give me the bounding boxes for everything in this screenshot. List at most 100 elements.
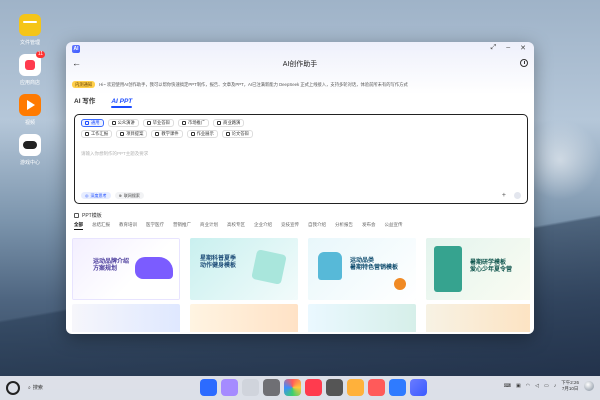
window-titlebar[interactable]: AI ⤢ – ✕	[66, 42, 534, 56]
deep-think-toggle[interactable]: ◎ 深度思考	[81, 192, 111, 199]
input-method-icon[interactable]: ⌨	[504, 383, 511, 389]
video-play-icon	[19, 94, 41, 116]
minimize-icon[interactable]: –	[506, 44, 510, 52]
pill-label: 深度思考	[90, 192, 107, 198]
chip-work-report[interactable]: 工作汇报	[81, 130, 113, 138]
category-item[interactable]: 竞技宣传	[281, 222, 299, 228]
clock[interactable]: 下午2:26 7月10日	[561, 380, 579, 392]
template-card[interactable]	[72, 304, 180, 332]
chip-marketing[interactable]: 市场推广	[177, 119, 210, 127]
desktop-icon-label: 文件管理	[19, 40, 40, 46]
template-card[interactable]	[426, 304, 530, 332]
illustration-icon	[434, 246, 462, 292]
shoe-image-icon	[135, 257, 173, 279]
template-card[interactable]: 暑期研学模板 爱心少年夏令营	[426, 238, 530, 300]
chip-label: 商业路演	[223, 120, 241, 125]
tab-ai-ppt[interactable]: AI PPT	[111, 98, 132, 108]
history-clock-icon[interactable]	[520, 59, 528, 67]
scenario-chips: 通用 公众演讲 毕业答辩 市场推广 商业路演 工作汇报 项目提案 教学课件 作业…	[81, 119, 261, 138]
category-item[interactable]: 自我介绍	[308, 222, 326, 228]
folder-icon	[19, 14, 41, 36]
category-item[interactable]: 分析报告	[335, 222, 353, 228]
template-card[interactable]: 运动品类 暑期特色营销模板	[308, 238, 416, 300]
category-item[interactable]: 企业介绍	[254, 222, 272, 228]
chip-icon	[111, 121, 116, 125]
template-card[interactable]	[308, 304, 416, 332]
box-image-icon	[251, 249, 287, 285]
ai-assistant-dock-icon[interactable]	[410, 379, 427, 396]
avatar[interactable]	[584, 381, 594, 391]
chip-icon	[155, 132, 160, 136]
chip-icon	[217, 121, 222, 125]
prompt-input[interactable]: 请输入你想制作的PPT主题及要求	[81, 151, 148, 157]
start-button[interactable]	[6, 381, 20, 395]
category-item[interactable]: 总结汇报	[92, 222, 110, 228]
category-item[interactable]: 营销推广	[173, 222, 191, 228]
wifi-icon[interactable]: ◠	[526, 383, 530, 389]
prompt-options: ◎ 深度思考 ⊕ 联网搜索	[81, 192, 144, 199]
ai-app-logo-icon: AI	[72, 45, 80, 53]
notification-bell-icon[interactable]: ♪	[554, 383, 557, 389]
category-item[interactable]: 高校专区	[227, 222, 245, 228]
tray-icon[interactable]: ▣	[516, 383, 521, 389]
send-button[interactable]	[514, 192, 521, 199]
ball-icon	[394, 278, 406, 290]
chip-icon	[181, 121, 186, 125]
prompt-panel: 通用 公众演讲 毕业答辩 市场推广 商业路演 工作汇报 项目提案 教学课件 作业…	[74, 114, 528, 204]
category-item[interactable]: 发布会	[362, 222, 376, 228]
template-title: 运动品类 暑期特色营销模板	[350, 258, 399, 271]
mode-tabs: AI 写作 AI PPT	[74, 95, 132, 108]
close-icon[interactable]: ✕	[520, 44, 526, 52]
search-icon: ⌕	[28, 384, 31, 391]
chip-icon	[146, 121, 151, 125]
window-controls: ⤢ – ✕	[491, 44, 526, 52]
category-item[interactable]: 商业计划	[200, 222, 218, 228]
template-card[interactable]	[190, 304, 298, 332]
restore-icon[interactable]: ⤢	[491, 44, 497, 52]
template-thumbnails: 运动品牌介绍 方案规划 星期科普夏季 动作健身模板 运动品类 暑期特色营销模板 …	[72, 232, 530, 332]
desktop-icon-file-manager[interactable]: 文件管理	[10, 14, 50, 46]
category-item[interactable]: 公益宣传	[385, 222, 403, 228]
chip-public-speech[interactable]: 公众演讲	[107, 119, 139, 127]
notes-icon[interactable]	[347, 379, 364, 396]
clock-date: 7月10日	[561, 386, 579, 391]
template-card[interactable]: 星期科普夏季 动作健身模板	[190, 238, 298, 300]
category-item[interactable]: 医学医疗	[146, 222, 164, 228]
desktop-icon-video[interactable]: 视频	[10, 94, 50, 126]
notice-text: Hi~ 欢迎使用AI创作助手，我可以帮你快速搞定PPT制作，报告、文章及PPT，…	[99, 81, 408, 87]
volume-icon[interactable]: ◁	[535, 383, 539, 389]
dock	[200, 379, 427, 396]
app-icon[interactable]	[389, 379, 406, 396]
chip-homework[interactable]: 作业展示	[186, 130, 218, 138]
tshirt-image-icon	[318, 252, 342, 280]
taskbar-search[interactable]: ⌕ 搜索	[28, 384, 43, 392]
battery-icon[interactable]: ▭	[544, 383, 549, 389]
chip-label: 公众演讲	[117, 120, 135, 125]
calendar-icon[interactable]	[368, 379, 385, 396]
chip-label: 论文答辩	[231, 131, 249, 136]
app-icon[interactable]	[263, 379, 280, 396]
browser-icon[interactable]	[284, 379, 301, 396]
multitask-icon[interactable]	[200, 379, 217, 396]
add-attachment-icon[interactable]: +	[502, 192, 506, 199]
web-search-toggle[interactable]: ⊕ 联网搜索	[114, 192, 144, 199]
template-title: 暑期研学模板 爱心少年夏令营	[470, 260, 513, 273]
folder-app-icon[interactable]	[221, 379, 238, 396]
chip-general[interactable]: 通用	[81, 119, 104, 127]
tab-ai-writing[interactable]: AI 写作	[74, 95, 95, 105]
settings-gear-icon[interactable]	[326, 379, 343, 396]
app-store-dock-icon[interactable]	[305, 379, 322, 396]
chip-courseware[interactable]: 教学课件	[151, 130, 183, 138]
chip-graduation-defense[interactable]: 毕业答辩	[142, 119, 174, 127]
category-all[interactable]: 全部	[74, 222, 83, 230]
trash-icon[interactable]	[242, 379, 259, 396]
chip-roadshow[interactable]: 商业路演	[213, 119, 245, 127]
templates-title: PPT模板	[82, 213, 102, 219]
chip-project-proposal[interactable]: 项目提案	[116, 130, 148, 138]
chip-thesis-defense[interactable]: 论文答辩	[221, 130, 253, 138]
desktop-icon-game-center[interactable]: 游戏中心	[10, 134, 50, 166]
desktop-icon-app-store[interactable]: 11 应用商店	[10, 51, 50, 86]
category-item[interactable]: 教育培训	[119, 222, 137, 228]
template-card[interactable]: 运动品牌介绍 方案规划	[72, 238, 180, 300]
chip-icon	[85, 132, 89, 136]
